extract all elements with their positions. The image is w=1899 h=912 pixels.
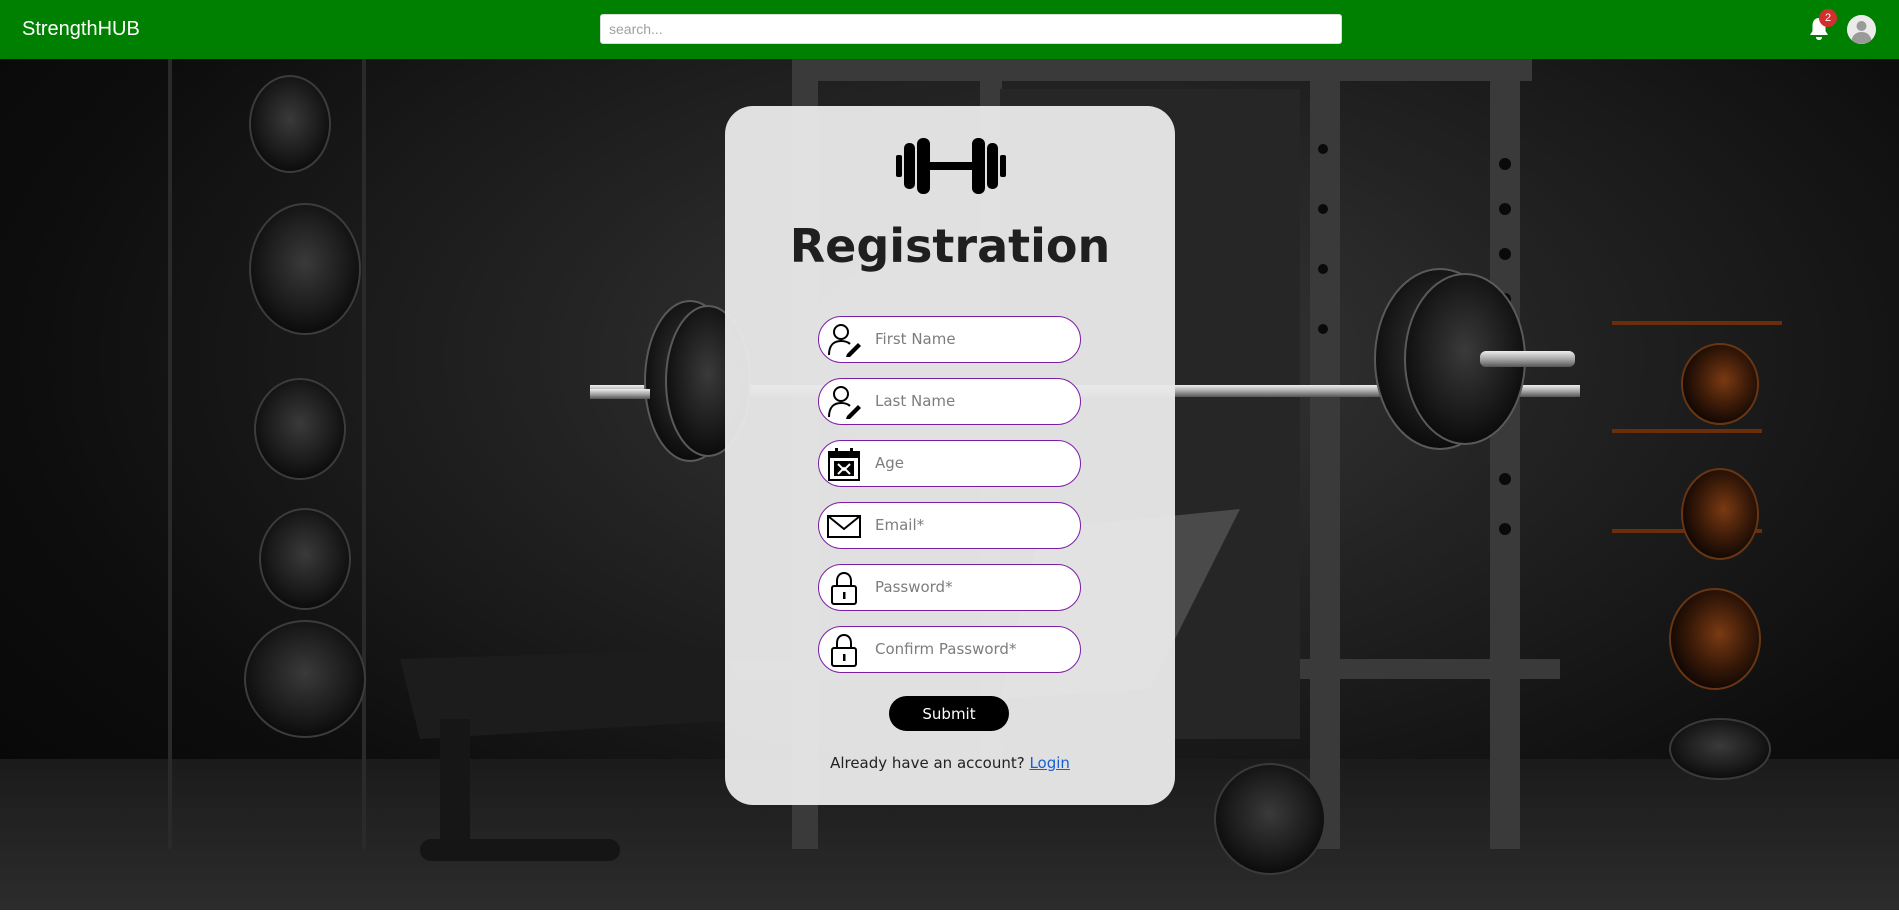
password-field bbox=[818, 564, 1081, 611]
login-prompt: Already have an account? Login bbox=[725, 754, 1175, 772]
confirm-password-input[interactable] bbox=[875, 627, 1070, 671]
confirm-password-field bbox=[818, 626, 1081, 673]
first-name-input[interactable] bbox=[875, 317, 1070, 361]
dumbbell-icon bbox=[896, 136, 1006, 196]
registration-card: Registration First Name Last Name Age Em… bbox=[725, 106, 1175, 805]
email-input[interactable] bbox=[875, 503, 1070, 547]
submit-button[interactable]: Submit bbox=[889, 696, 1009, 731]
calendar-icon bbox=[827, 447, 861, 481]
top-navbar: StrengthHUB 2 bbox=[0, 0, 1899, 59]
age-input[interactable] bbox=[875, 441, 1070, 485]
last-name-field bbox=[818, 378, 1081, 425]
first-name-field bbox=[818, 316, 1081, 363]
user-edit-icon bbox=[827, 323, 861, 357]
lock-icon bbox=[827, 571, 861, 605]
password-input[interactable] bbox=[875, 565, 1070, 609]
user-edit-icon bbox=[827, 385, 861, 419]
last-name-input[interactable] bbox=[875, 379, 1070, 423]
lock-icon bbox=[827, 633, 861, 667]
login-prompt-text: Already have an account? bbox=[830, 754, 1025, 772]
search-input[interactable] bbox=[600, 14, 1342, 44]
notification-count-badge: 2 bbox=[1819, 9, 1837, 27]
envelope-icon bbox=[827, 509, 861, 543]
user-avatar-icon[interactable] bbox=[1847, 15, 1876, 44]
brand-logo-text[interactable]: StrengthHUB bbox=[22, 17, 140, 41]
form-title: Registration bbox=[789, 219, 1111, 273]
login-link[interactable]: Login bbox=[1029, 754, 1069, 772]
email-field bbox=[818, 502, 1081, 549]
age-field bbox=[818, 440, 1081, 487]
